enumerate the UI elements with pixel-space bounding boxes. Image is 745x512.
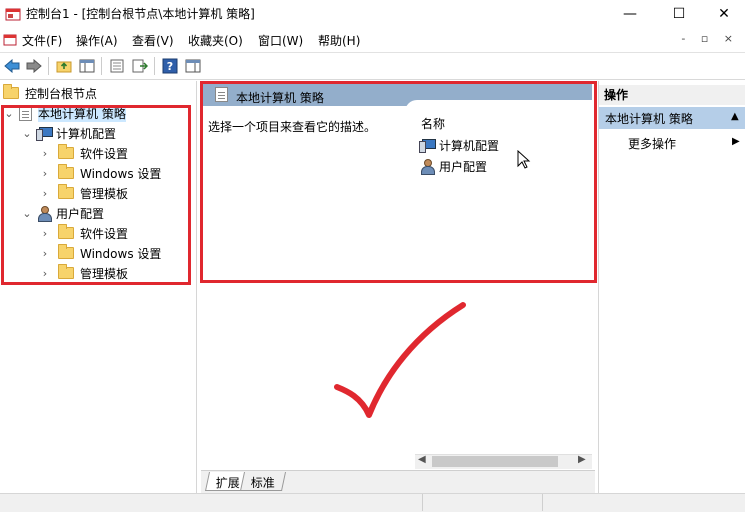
export-list-icon[interactable] bbox=[130, 56, 150, 76]
up-folder-icon[interactable] bbox=[54, 56, 74, 76]
toolbar-separator bbox=[154, 57, 155, 75]
window-title: 控制台1 - [控制台根节点\本地计算机 策略] bbox=[26, 7, 255, 21]
status-cell bbox=[422, 494, 542, 511]
properties-icon[interactable] bbox=[107, 56, 127, 76]
console-menu-icon[interactable] bbox=[3, 33, 17, 47]
tree-label: 控制台根节点 bbox=[25, 86, 98, 101]
toolbar-separator bbox=[48, 57, 49, 75]
mmc-app-icon bbox=[5, 8, 21, 21]
mdi-window-controls[interactable]: - ▫ × bbox=[681, 32, 739, 45]
minimize-button[interactable]: — bbox=[607, 0, 653, 28]
show-hide-tree-icon[interactable] bbox=[77, 56, 97, 76]
annotation-box-tree bbox=[1, 105, 191, 285]
menu-favorites[interactable]: 收藏夹(O) bbox=[188, 32, 243, 49]
tab-label: 扩展 bbox=[215, 476, 240, 490]
submenu-arrow-icon[interactable]: ▶ bbox=[732, 136, 740, 147]
more-actions-link[interactable]: 更多操作 bbox=[628, 135, 676, 152]
menu-help[interactable]: 帮助(H) bbox=[318, 32, 360, 49]
status-cell bbox=[542, 494, 745, 511]
maximize-button[interactable]: ☐ bbox=[656, 0, 702, 28]
actions-header: 操作 bbox=[599, 85, 745, 105]
toolbar-separator bbox=[101, 57, 102, 75]
help-icon[interactable]: ? bbox=[160, 56, 180, 76]
folder-icon bbox=[3, 84, 19, 99]
menu-action[interactable]: 操作(A) bbox=[76, 32, 118, 49]
scroll-right-arrow-icon[interactable]: ▶ bbox=[578, 454, 586, 465]
checkmark-annotation-icon bbox=[334, 302, 466, 418]
menu-window[interactable]: 窗口(W) bbox=[258, 32, 303, 49]
close-button[interactable]: ✕ bbox=[701, 0, 745, 28]
menu-file[interactable]: 文件(F) bbox=[22, 32, 62, 49]
show-hide-action-pane-icon[interactable] bbox=[183, 56, 203, 76]
svg-text:?: ? bbox=[167, 60, 173, 73]
tab-label: 标准 bbox=[250, 476, 275, 490]
collapse-up-icon[interactable]: ▲ bbox=[731, 111, 739, 122]
annotation-box-results bbox=[200, 81, 597, 283]
actions-section-policy[interactable]: 本地计算机 策略 bbox=[599, 107, 745, 129]
menu-view[interactable]: 查看(V) bbox=[132, 32, 174, 49]
scrollbar-thumb[interactable] bbox=[432, 456, 558, 467]
tab-standard[interactable]: 标准 bbox=[239, 472, 287, 491]
scroll-left-arrow-icon[interactable]: ◀ bbox=[418, 454, 426, 465]
forward-arrow-icon[interactable] bbox=[24, 56, 44, 76]
back-arrow-icon[interactable] bbox=[2, 56, 22, 76]
mouse-cursor-icon bbox=[517, 150, 531, 169]
tree-item-console-root[interactable]: 控制台根节点 bbox=[3, 83, 97, 103]
